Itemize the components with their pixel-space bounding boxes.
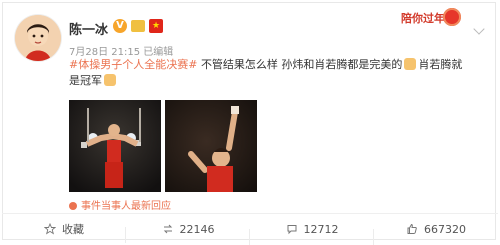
level-badge-icon	[131, 20, 145, 32]
thumb-up-icon	[407, 223, 417, 234]
username[interactable]: 陈一冰	[69, 19, 108, 38]
china-flag-icon: ★	[149, 19, 163, 33]
post-meta: 7月28日 21:15 已编辑	[69, 43, 173, 58]
favorite-action[interactable]: 收藏	[2, 221, 126, 243]
post-actions-bar: 收藏 22146 12712 667320	[2, 213, 498, 245]
like-count: 667320	[424, 222, 466, 236]
avatar-icon	[15, 15, 61, 61]
post-content: #体操男子个人全能决赛# 不管结果怎么样 孙炜和肖若腾都是完美的 肖若腾就是冠军	[69, 57, 469, 89]
repost-icon	[163, 224, 172, 234]
star-icon	[44, 223, 56, 235]
thumb-up-emoji-icon	[104, 74, 116, 86]
strong-arm-emoji-icon	[404, 58, 417, 70]
photo-grid	[69, 100, 257, 192]
comment-action[interactable]: 12712	[250, 222, 374, 245]
gymnast-celebration-image	[165, 100, 257, 192]
like-action[interactable]: 667320	[374, 223, 498, 236]
comment-icon	[287, 225, 296, 235]
gymnast-rings-image	[69, 100, 161, 192]
avatar[interactable]	[15, 15, 61, 61]
event-update-link[interactable]: 事件当事人最新回应	[69, 197, 171, 212]
hashtag-link[interactable]: #体操男子个人全能决赛#	[69, 58, 197, 71]
lantern-icon	[443, 8, 461, 26]
comment-count: 12712	[303, 222, 339, 236]
repost-count: 22146	[179, 222, 215, 236]
repost-action[interactable]: 22146	[126, 222, 250, 245]
favorite-label: 收藏	[62, 223, 84, 236]
weibo-post-card: 陈一冰 V ★ 7月28日 21:15 已编辑 陪你过年 #体操男子个人全能决赛…	[2, 2, 496, 240]
event-icon	[69, 202, 77, 210]
chevron-down-icon[interactable]	[473, 23, 485, 35]
event-link-label[interactable]: 事件当事人最新回应	[81, 201, 171, 212]
verified-icon: V	[113, 19, 127, 33]
post-text-1: 不管结果怎么样 孙炜和肖若腾都是完美的	[200, 58, 403, 71]
photo-2[interactable]	[165, 100, 257, 192]
photo-1[interactable]	[69, 100, 161, 192]
